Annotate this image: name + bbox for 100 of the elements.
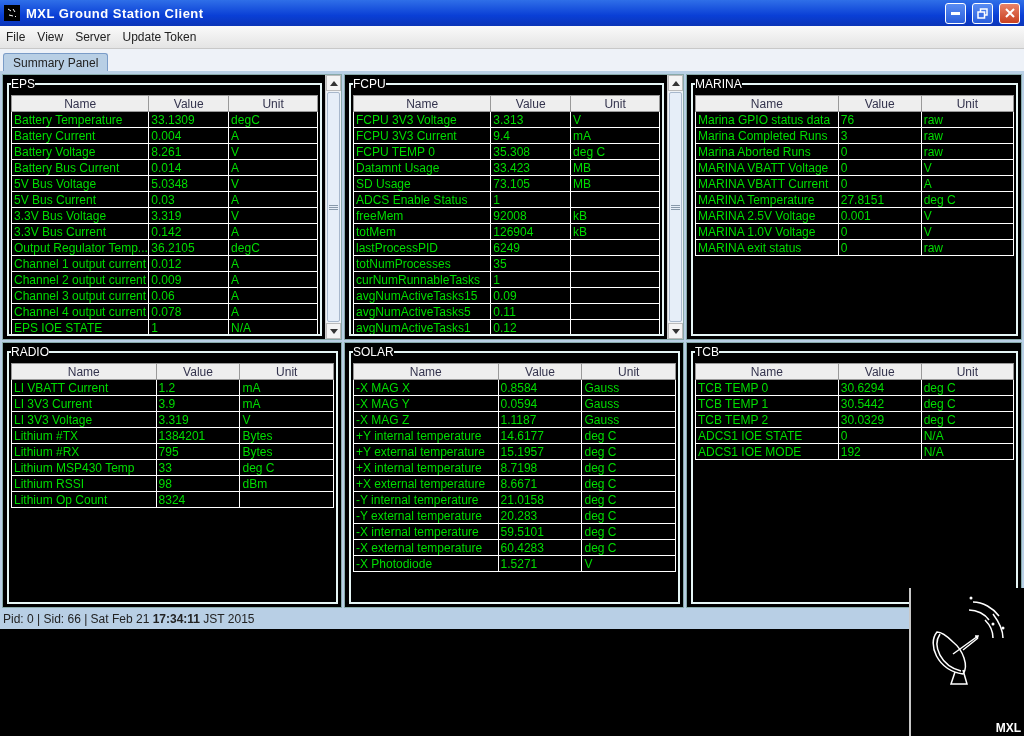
scroll-up-button[interactable] — [668, 75, 683, 91]
scroll-thumb[interactable] — [669, 92, 682, 322]
table-cell: 14.6177 — [498, 427, 582, 444]
column-header[interactable]: Unit — [240, 363, 334, 380]
table-cell: degC — [228, 111, 318, 128]
table-cell: V — [228, 175, 318, 192]
table-cell: deg C — [582, 507, 676, 524]
table-cell: 0.0594 — [498, 395, 582, 412]
table-cell: MARINA exit status — [695, 239, 839, 256]
table-cell: Bytes — [240, 427, 334, 444]
table-cell: 3.313 — [490, 111, 571, 128]
table-cell: Datamnt Usage — [353, 159, 491, 176]
table-cell: 0.009 — [148, 271, 229, 288]
table-cell: mA — [570, 127, 660, 144]
restore-button[interactable] — [972, 2, 993, 24]
menu-item[interactable]: View — [31, 30, 70, 44]
table-cell: 0.078 — [148, 303, 229, 320]
scrollbar[interactable] — [667, 75, 683, 339]
column-header[interactable]: Name — [353, 95, 491, 112]
table-cell: 3.319 — [156, 411, 240, 428]
table-cell: 9.4 — [490, 127, 571, 144]
table-cell: 1 — [490, 191, 571, 208]
table-cell: -X MAG Y — [353, 395, 499, 412]
table-cell: 36.2105 — [148, 239, 229, 256]
table-cell: 33 — [156, 459, 240, 476]
column-header[interactable]: Unit — [921, 363, 1014, 380]
table-cell: curNumRunnableTasks — [353, 271, 491, 288]
table-cell: 3.3V Bus Current — [11, 223, 149, 240]
column-header[interactable]: Value — [490, 95, 571, 112]
column-header[interactable]: Name — [695, 363, 839, 380]
table-cell: 795 — [156, 443, 240, 460]
column-header[interactable]: Unit — [921, 95, 1014, 112]
table-cell: 30.5442 — [838, 395, 922, 412]
column-header[interactable]: Unit — [228, 95, 318, 112]
column-header[interactable]: Name — [11, 363, 157, 380]
table-cell: 0 — [838, 223, 922, 240]
status-bar: Pid: 0 | Sid: 66 | Sat Feb 21 17:34:11 JST 2015 — [0, 609, 909, 629]
column-header[interactable]: Unit — [570, 95, 660, 112]
table-cell: MARINA 1.0V Voltage — [695, 223, 839, 240]
table-cell: Output Regulator Temp... — [11, 239, 149, 256]
table-cell: MARINA 2.5V Voltage — [695, 207, 839, 224]
table-cell: deg C — [582, 523, 676, 540]
menu-item[interactable]: Server — [69, 30, 117, 44]
tab[interactable]: Summary Panel — [3, 53, 109, 71]
table-cell: MARINA VBATT Current — [695, 175, 839, 192]
scroll-thumb[interactable] — [327, 92, 340, 322]
logo-text: MXL — [995, 721, 1021, 735]
table-cell: +Y internal temperature — [353, 427, 499, 444]
column-header[interactable]: Value — [838, 95, 922, 112]
table-cell: raw — [921, 127, 1014, 144]
table-cell: 0.014 — [148, 159, 229, 176]
table-cell: -X external temperature — [353, 539, 499, 556]
table-cell: +Y external temperature — [353, 443, 499, 460]
table-cell: Channel 1 output current — [11, 255, 149, 272]
column-header[interactable]: Value — [838, 363, 922, 380]
table-cell: deg C — [582, 443, 676, 460]
table-cell: Marina GPIO status data — [695, 111, 839, 128]
table-cell: 1.2 — [156, 379, 240, 396]
table-cell: 6249 — [490, 239, 571, 256]
table-cell: 126904 — [490, 223, 571, 240]
close-button[interactable] — [999, 2, 1020, 24]
table-cell: -Y internal temperature — [353, 491, 499, 508]
column-header[interactable]: Unit — [582, 363, 676, 380]
table-cell: raw — [921, 111, 1014, 128]
table-cell: ADCS Enable Status — [353, 191, 491, 208]
table-cell: deg C — [921, 411, 1014, 428]
table-cell: -Y external temperature — [353, 507, 499, 524]
table-cell: V — [921, 223, 1014, 240]
column-header[interactable]: Name — [11, 95, 149, 112]
table-cell: MB — [570, 159, 660, 176]
scrollbar[interactable] — [325, 75, 341, 339]
column-header[interactable]: Name — [695, 95, 839, 112]
table-cell: freeMem — [353, 207, 491, 224]
column-header[interactable]: Name — [353, 363, 499, 380]
table-cell: mA — [240, 379, 334, 396]
table-cell: V — [240, 411, 334, 428]
up-arrow-icon — [671, 80, 680, 86]
table-cell: Battery Current — [11, 127, 149, 144]
table-cell: 5V Bus Current — [11, 191, 149, 208]
menu-item[interactable]: Update Token — [116, 30, 203, 44]
table-cell: 3 — [838, 127, 922, 144]
table-cell: 8324 — [156, 491, 240, 508]
table-cell: FCPU TEMP 0 — [353, 143, 491, 160]
table-cell: 0.001 — [838, 207, 922, 224]
table-cell: V — [228, 143, 318, 160]
scroll-up-button[interactable] — [326, 75, 341, 91]
scroll-down-button[interactable] — [326, 323, 341, 339]
minimize-button[interactable] — [945, 2, 966, 24]
table-cell: kB — [570, 223, 660, 240]
table-cell: 3.319 — [148, 207, 229, 224]
table-cell: 35 — [490, 255, 571, 272]
table-cell: avgNumActiveTasks1 — [353, 319, 491, 334]
table-cell: SD Usage — [353, 175, 491, 192]
scroll-down-button[interactable] — [668, 323, 683, 339]
column-header[interactable]: Value — [148, 95, 229, 112]
table-cell: 0.012 — [148, 255, 229, 272]
column-header[interactable]: Value — [156, 363, 240, 380]
menu-item[interactable]: File — [0, 30, 32, 44]
column-header[interactable]: Value — [498, 363, 582, 380]
table-cell: -X Photodiode — [353, 555, 499, 572]
